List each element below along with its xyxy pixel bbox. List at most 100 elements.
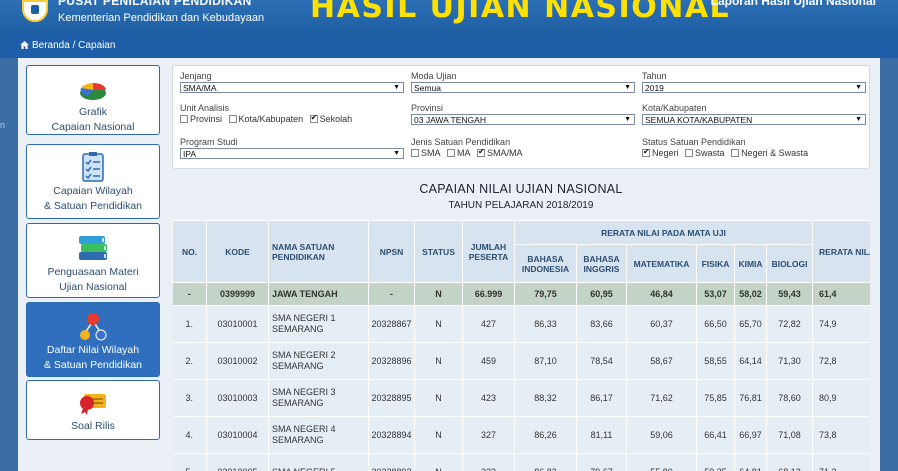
cell: 59,43	[766, 282, 814, 306]
cell: 58,67	[626, 342, 697, 380]
col-header-bing: BAHASA INGGRIS	[576, 244, 627, 283]
report-title: CAPAIAN NILAI UJIAN NASIONAL	[419, 182, 623, 196]
cell: 20328896	[368, 342, 415, 380]
jenjang-select[interactable]: SMA/MA ▼	[180, 82, 404, 93]
jenis-sma-checkbox[interactable]	[411, 149, 419, 157]
status-negeri-checkbox[interactable]	[642, 147, 650, 157]
jenis-ma-checkbox[interactable]	[447, 149, 456, 157]
school-name-link[interactable]: SMA NEGERI 2 SEMARANG	[268, 342, 369, 380]
sidebar-item-grafik[interactable]: Grafik Capaian Nasional	[26, 65, 160, 135]
sidebar-label: Capaian Nasional	[51, 121, 135, 133]
page-main-title: HASIL UJIAN NASIONAL	[310, 0, 731, 25]
filter-label: Kota/Kabupaten	[642, 103, 707, 113]
cell: 66,97	[734, 416, 767, 454]
cell: 87,10	[514, 342, 577, 380]
col-header-kim: KIMIA	[734, 244, 767, 283]
school-name-link[interactable]: SMA NEGERI 3 SEMARANG	[268, 379, 369, 417]
cell: 333	[462, 453, 515, 471]
table-row[interactable]: 4. 03010004 SMA NEGERI 4 SEMARANG 203288…	[172, 416, 870, 454]
filter-provinsi: Provinsi 03 JAWA TENGAH ▼	[411, 103, 635, 125]
table-row[interactable]: 5. 03010005 SMA NEGERI 5 20328893 N 333 …	[172, 453, 870, 471]
cell: 3.	[172, 379, 207, 417]
school-name-link[interactable]: SMA NEGERI 5	[268, 453, 369, 471]
col-header-rerata-nilai: RERATA NILAI	[812, 220, 870, 283]
cell: N	[414, 282, 463, 306]
dropdown-arrow-icon: ▼	[624, 84, 631, 91]
breadcrumb-home[interactable]: Beranda	[32, 40, 70, 51]
table-row[interactable]: 2. 03010002 SMA NEGERI 2 SEMARANG 203288…	[172, 342, 870, 380]
status-swasta-checkbox[interactable]	[685, 149, 694, 157]
cell: 66,50	[696, 305, 735, 343]
cell: 83,66	[576, 305, 627, 343]
status-both-checkbox[interactable]	[731, 149, 740, 157]
school-name-link[interactable]: SMA NEGERI 1 SEMARANG	[268, 305, 369, 343]
cell: 53,07	[696, 282, 735, 306]
filter-jenjang: Jenjang SMA/MA ▼	[180, 71, 404, 93]
filter-jenis: Jenis Satuan Pendidikan SMA MA SMA/MA	[411, 137, 635, 158]
cell: 66.999	[462, 282, 515, 306]
checklist-icon	[82, 152, 104, 182]
sidebar-label: & Satuan Pendidikan	[43, 359, 143, 371]
cell: 86,33	[514, 305, 577, 343]
filter-tahun: Tahun 2019 ▼	[642, 71, 866, 93]
home-icon	[20, 41, 29, 49]
filter-label: Moda Ujian	[411, 71, 457, 81]
sidebar-item-capaian-wilayah[interactable]: Capaian Wilayah & Satuan Pendidikan	[26, 144, 160, 219]
filter-moda: Moda Ujian Semua ▼	[411, 71, 635, 93]
cell: 81,11	[576, 416, 627, 454]
cell: 03010001	[206, 305, 269, 343]
cell: 03010003	[206, 379, 269, 417]
cell: 4.	[172, 416, 207, 454]
books-icon	[79, 236, 107, 260]
provinsi-select[interactable]: 03 JAWA TENGAH ▼	[411, 114, 635, 125]
cell: 72,8	[812, 342, 870, 380]
sidebar-label: Penguasaan Materi	[47, 266, 139, 278]
cell: 71,62	[626, 379, 697, 417]
results-table: NO. KODE NAMA SATUAN PENDIDIKAN NPSN STA…	[172, 220, 870, 471]
sidebar-item-soal-rilis[interactable]: Soal Rilis	[26, 380, 160, 440]
program-select[interactable]: IPA ▼	[180, 148, 404, 159]
dropdown-arrow-icon: ▼	[393, 150, 400, 157]
cell: -	[368, 282, 415, 306]
cell: 20328893	[368, 453, 415, 471]
jenis-smama-checkbox[interactable]	[477, 147, 486, 157]
kota-select[interactable]: SEMUA KOTA/KABUPATEN ▼	[642, 114, 866, 125]
cell: 76,81	[734, 379, 767, 417]
cell: 86,82	[514, 453, 577, 471]
network-icon	[80, 313, 107, 341]
table-row[interactable]: 3. 03010003 SMA NEGERI 3 SEMARANG 203288…	[172, 379, 870, 417]
cell: 61,4	[812, 282, 870, 306]
unit-kota-checkbox[interactable]	[228, 115, 237, 123]
cell: 60,95	[576, 282, 627, 306]
cell: 59,35	[696, 453, 735, 471]
cell: JAWA TENGAH	[268, 282, 369, 306]
report-subtitle: TAHUN PELAJARAN 2018/2019	[448, 200, 594, 211]
report-link[interactable]: Laporan Hasil Ujian Nasional	[711, 0, 876, 8]
cell: 66,41	[696, 416, 735, 454]
cell: 03010004	[206, 416, 269, 454]
sidebar-item-penguasaan-materi[interactable]: Penguasaan Materi Ujian Nasional	[26, 223, 160, 298]
cell: N	[414, 453, 463, 471]
table-row[interactable]: 1. 03010001 SMA NEGERI 1 SEMARANG 203288…	[172, 305, 870, 343]
content-panel: Grafik Capaian Nasional Capaian Wilayah …	[18, 58, 880, 471]
tahun-select[interactable]: 2019 ▼	[642, 82, 866, 93]
sidebar-item-daftar-nilai[interactable]: Daftar Nilai Wilayah & Satuan Pendidikan	[26, 302, 160, 377]
unit-provinsi-checkbox[interactable]	[180, 115, 188, 123]
filter-status: Status Satuan Pendidikan Negeri Swasta N…	[642, 137, 866, 158]
results-table-wrapper: NO. KODE NAMA SATUAN PENDIDIKAN NPSN STA…	[172, 220, 870, 471]
cell: 68,12	[766, 453, 814, 471]
moda-select[interactable]: Semua ▼	[411, 82, 635, 93]
col-header-mat: MATEMATIKA	[626, 244, 697, 283]
cell: 03010002	[206, 342, 269, 380]
school-name-link[interactable]: SMA NEGERI 4 SEMARANG	[268, 416, 369, 454]
cell: -	[172, 282, 207, 306]
cell: 80,9	[812, 379, 870, 417]
cell: 78,60	[766, 379, 814, 417]
cell: 73,8	[812, 416, 870, 454]
certificate-icon	[80, 394, 106, 415]
cell: 327	[462, 416, 515, 454]
cell: 75,85	[696, 379, 735, 417]
filter-form: Jenjang SMA/MA ▼ Moda Ujian Semua ▼ Tahun …	[172, 65, 870, 169]
cell: 1.	[172, 305, 207, 343]
unit-sekolah-checkbox[interactable]	[309, 113, 318, 123]
